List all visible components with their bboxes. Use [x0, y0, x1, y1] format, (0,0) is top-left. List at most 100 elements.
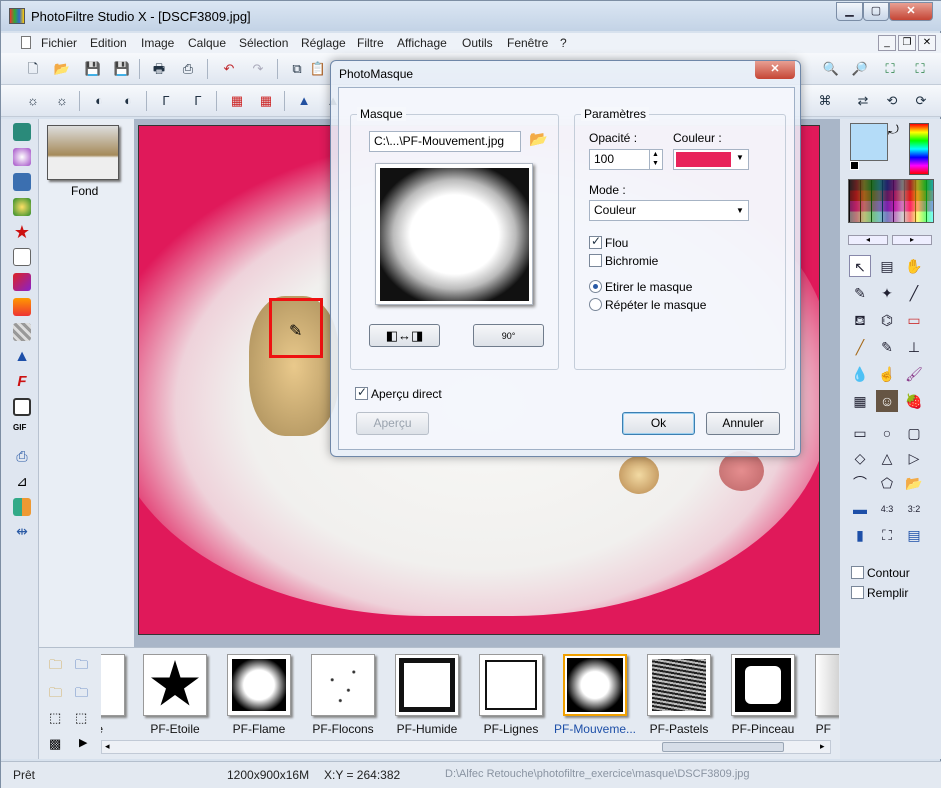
measure-icon[interactable]: ⊿ [13, 473, 31, 491]
camera-icon[interactable] [13, 173, 31, 191]
mirror-icon[interactable]: ⇹ [13, 523, 31, 541]
apercu-direct-checkbox[interactable] [355, 385, 368, 400]
selection-all-icon[interactable]: ⛶ [876, 524, 898, 546]
layer-tool-icon[interactable]: ▤ [876, 255, 898, 277]
mask-thumb-humide[interactable] [395, 654, 459, 716]
mountain-icon[interactable]: ▲ [13, 348, 31, 366]
menu-help[interactable]: ? [560, 36, 567, 50]
folder-icon[interactable]: 🗀 [49, 656, 62, 678]
opacite-spinner[interactable]: ▲ ▼ [649, 150, 661, 169]
minimize-button[interactable]: ▁ [836, 2, 863, 21]
mdi-minimize-button[interactable]: _ [878, 35, 896, 51]
print-icon[interactable]: 🖶 [149, 59, 169, 79]
close-button[interactable]: ✕ [889, 2, 933, 21]
triangle-right-select-icon[interactable]: ▷ [903, 447, 925, 469]
diamond-select-icon[interactable]: ◇ [849, 447, 871, 469]
brush-icon[interactable]: ╱ [849, 336, 871, 358]
ratio-3-2-icon[interactable]: 3:2 [903, 498, 925, 520]
triangle-select-icon[interactable]: △ [876, 447, 898, 469]
note-icon[interactable] [13, 248, 31, 266]
transform-icon[interactable]: ⌘ [815, 91, 835, 111]
redo-icon[interactable]: ↷ [248, 59, 268, 79]
portrait-icon[interactable]: ☺ [876, 390, 898, 412]
undo-icon[interactable]: ↶ [219, 59, 239, 79]
line-tool-icon[interactable]: ╱ [903, 282, 925, 304]
folder-up-icon[interactable]: 🗀 [75, 684, 88, 706]
calculator-icon[interactable] [13, 123, 31, 141]
mask-scrollbar[interactable]: ◂ ▸ [101, 740, 831, 754]
mask-thumb-pastels[interactable] [647, 654, 711, 716]
menu-fenetre[interactable]: Fenêtre [507, 36, 548, 50]
open-mask-folder-icon[interactable]: 📂 [529, 130, 548, 148]
mask-thumb-0[interactable] [101, 654, 125, 716]
paste-icon[interactable]: 📋 [308, 59, 328, 79]
contour-checkbox[interactable] [851, 566, 864, 579]
retouch-brush-icon[interactable]: 🖌 [903, 363, 925, 385]
star-icon[interactable]: ★ [13, 223, 31, 241]
palette-next-button[interactable]: ▸ [892, 235, 932, 245]
fit-image-icon[interactable]: ⛶ [880, 59, 900, 79]
invert-mask-button[interactable]: ◧↔◨ [369, 324, 440, 347]
layer-thumbnail[interactable] [47, 125, 119, 180]
etirer-radio[interactable] [589, 280, 602, 293]
mode-select[interactable]: Couleur ▼ [589, 200, 749, 221]
flip-icon[interactable]: ⇄ [853, 91, 873, 111]
scanner-icon[interactable]: ⎙ [13, 448, 31, 466]
apercu-button[interactable]: Aperçu [356, 412, 429, 435]
mask-thumb-flame[interactable] [227, 654, 291, 716]
frame-icon[interactable] [13, 398, 31, 416]
lasso-icon[interactable]: ⌒ [849, 472, 871, 494]
grid-icon[interactable] [13, 498, 31, 516]
menu-outils[interactable]: Outils [462, 36, 493, 50]
background-color-swatch[interactable] [850, 161, 859, 170]
flou-checkbox[interactable] [589, 234, 602, 249]
folder-open-icon[interactable]: 🗀 [49, 684, 62, 706]
gamma-minus-icon[interactable]: Γ [156, 91, 176, 111]
mask-thumb-pinceau[interactable] [731, 654, 795, 716]
mdi-close-button[interactable]: ✕ [918, 35, 936, 51]
remplir-checkbox[interactable] [851, 586, 864, 599]
couleur-dropdown[interactable]: ▼ [673, 149, 749, 170]
saturation-plus-icon[interactable]: ▦ [256, 91, 276, 111]
color-spectrum[interactable] [909, 123, 929, 175]
advanced-brush-icon[interactable]: ✎ [876, 336, 898, 358]
stamp-icon[interactable]: ⊥ [903, 336, 925, 358]
scrollbar-thumb[interactable] [662, 742, 784, 752]
ratio-4-3-icon[interactable]: 4:3 [876, 498, 898, 520]
mask-thumb-lignes[interactable] [479, 654, 543, 716]
texture-icon[interactable] [13, 323, 31, 341]
menu-selection[interactable]: Sélection [239, 36, 288, 50]
gamma-plus-icon[interactable]: Γ [188, 91, 208, 111]
hand-tool-icon[interactable]: ✋ [903, 255, 925, 277]
play-icon[interactable]: ▶ [79, 736, 87, 749]
text-effect-icon[interactable]: F [13, 373, 31, 391]
folder-refresh-icon[interactable]: 🗀 [75, 656, 88, 678]
gradient-icon[interactable] [13, 273, 31, 291]
mask-thumb-mouvement[interactable] [563, 654, 627, 716]
save-icon[interactable]: 💾 [83, 59, 103, 79]
scan-icon[interactable]: ⎙ [178, 59, 198, 79]
rotate-left-icon[interactable]: ⟲ [882, 91, 902, 111]
menu-image[interactable]: Image [141, 36, 174, 50]
select-folder-icon[interactable]: ⬚ [49, 710, 61, 726]
contrast-plus-icon[interactable]: ◐ [118, 91, 138, 111]
glow-icon[interactable] [13, 148, 31, 166]
maximize-button[interactable]: ▢ [863, 2, 889, 21]
selection-window-icon[interactable]: ▤ [903, 524, 925, 546]
mask-file-field[interactable]: C:\...\PF-Mouvement.jpg [369, 131, 521, 152]
spray-icon[interactable]: ⌬ [876, 309, 898, 331]
polygon-select-icon[interactable]: ⬠ [876, 472, 898, 494]
menu-edition[interactable]: Edition [90, 36, 127, 50]
deform-grid-icon[interactable]: ▦ [849, 390, 871, 412]
pointer-tool-icon[interactable]: ↖ [849, 255, 871, 277]
strawberry-icon[interactable]: 🍓 [903, 390, 925, 412]
rotate-mask-button[interactable]: 90° [473, 324, 544, 347]
save-as-icon[interactable]: 💾 [112, 59, 132, 79]
mask-thumb-etoile[interactable] [143, 654, 207, 716]
menu-affichage[interactable]: Affichage [397, 36, 447, 50]
gif-icon[interactable]: GIF [13, 423, 31, 441]
finger-icon[interactable]: ☝ [876, 363, 898, 385]
dialog-close-button[interactable]: ✕ [755, 61, 795, 79]
eyedropper-tool-icon[interactable]: ✎ [849, 282, 871, 304]
saturation-minus-icon[interactable]: ▦ [227, 91, 247, 111]
